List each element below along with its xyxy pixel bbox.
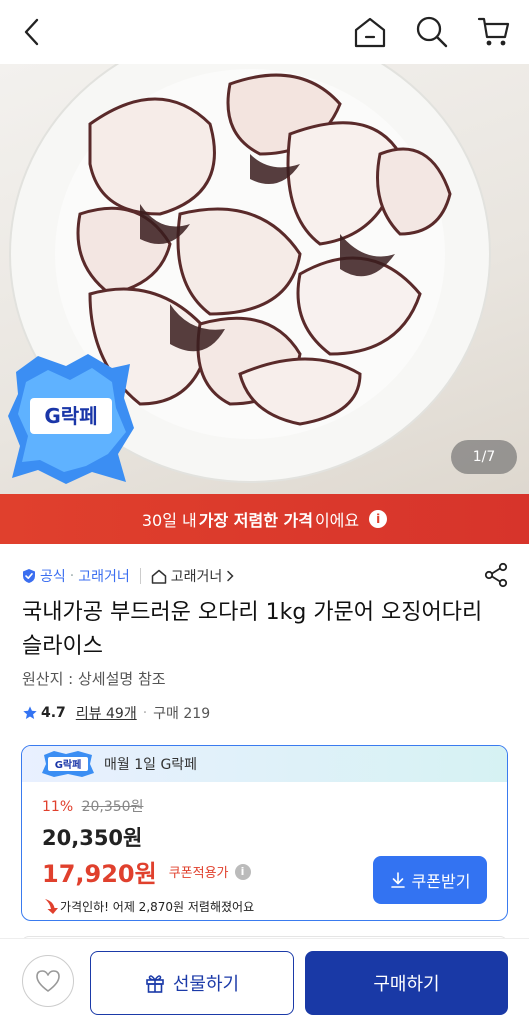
home-icon[interactable]: [352, 14, 388, 50]
price-card: G락페 매월 1일 G락페 11% 20,350원 20,350원 17,920…: [21, 745, 508, 921]
lowest-price-banner[interactable]: 30일 내 가장 저렴한 가격 이에요 i: [0, 494, 529, 544]
top-navigation: [0, 0, 529, 64]
store-home-icon: [151, 569, 166, 584]
product-title: 국내가공 부드러운 오다리 1kg 가문어 오징어다리 슬라이스: [22, 600, 483, 659]
sale-price: 20,350원: [42, 826, 143, 850]
discount-row: 11% 20,350원: [42, 796, 487, 816]
price-down-arrow-icon: [45, 899, 58, 914]
banner-emphasis: 가장 저렴한 가격: [198, 511, 313, 530]
star-icon: [23, 706, 37, 719]
image-counter: 1/7: [451, 440, 517, 474]
share-icon[interactable]: [483, 562, 509, 592]
price-card-header-text: 매월 1일 G락페: [104, 757, 198, 773]
banner-prefix: 30일 내: [141, 511, 197, 530]
svg-text:G락페: G락페: [44, 404, 97, 428]
store-home-link[interactable]: 고래거너: [151, 566, 235, 586]
discount-percent: 11%: [42, 799, 74, 815]
g-festa-badge: G락페: [8, 354, 134, 488]
gift-button[interactable]: 선물하기: [90, 951, 294, 1015]
chevron-right-icon: [227, 570, 234, 582]
banner-suffix: 이에요: [314, 511, 360, 530]
coupon-price: 17,920원: [42, 860, 157, 888]
shield-check-icon: [23, 569, 35, 583]
purchase-count: 구매 219: [153, 706, 211, 722]
original-price: 20,350원: [81, 799, 144, 815]
dot-separator: ·: [142, 705, 148, 721]
download-icon: [390, 872, 405, 888]
gift-label: 선물하기: [172, 974, 240, 995]
rating-score: 4.7: [41, 705, 66, 721]
price-drop-text: 가격인하! 어제 2,870원 저렴해졌어요: [60, 899, 255, 914]
seller-row: 공식 · 고래거너 고래거너: [22, 562, 509, 590]
info-icon[interactable]: i: [369, 510, 388, 528]
cart-icon[interactable]: [476, 14, 512, 50]
coupon-price-note: 쿠폰적용가: [168, 866, 229, 881]
buy-label: 구매하기: [373, 974, 440, 995]
store-link-label: 고래거너: [170, 569, 223, 585]
heart-icon: [36, 970, 60, 992]
g-festa-mini-badge: G락페: [42, 751, 94, 777]
chevron-left-icon[interactable]: [14, 14, 50, 50]
buy-button[interactable]: 구매하기: [305, 951, 508, 1015]
official-badge: 공식: [22, 566, 66, 586]
bottom-action-bar: 선물하기 구매하기: [0, 938, 529, 1024]
divider: [139, 568, 141, 584]
origin-info: 원산지 : 상세설명 참조: [22, 670, 166, 688]
get-coupon-button[interactable]: 쿠폰받기: [373, 856, 487, 904]
rating-row: 4.7 리뷰 49개 · 구매 219: [22, 703, 210, 723]
price-card-header: G락페 매월 1일 G락페: [22, 746, 507, 782]
info-icon[interactable]: i: [234, 863, 251, 880]
review-count-link[interactable]: 리뷰 49개: [76, 703, 137, 723]
store-name[interactable]: 고래거너: [78, 566, 130, 586]
price-card-body: 11% 20,350원 20,350원 17,920원 쿠폰적용가 i 가격인하…: [22, 782, 507, 920]
dot-separator: ·: [69, 568, 75, 584]
official-label: 공식: [40, 569, 66, 585]
gift-icon: [146, 975, 164, 993]
search-icon[interactable]: [414, 14, 450, 50]
get-coupon-label: 쿠폰받기: [411, 872, 471, 891]
product-image[interactable]: G락페 1/7: [0, 64, 529, 494]
svg-text:G락페: G락페: [55, 758, 82, 771]
wishlist-button[interactable]: [22, 955, 74, 1007]
